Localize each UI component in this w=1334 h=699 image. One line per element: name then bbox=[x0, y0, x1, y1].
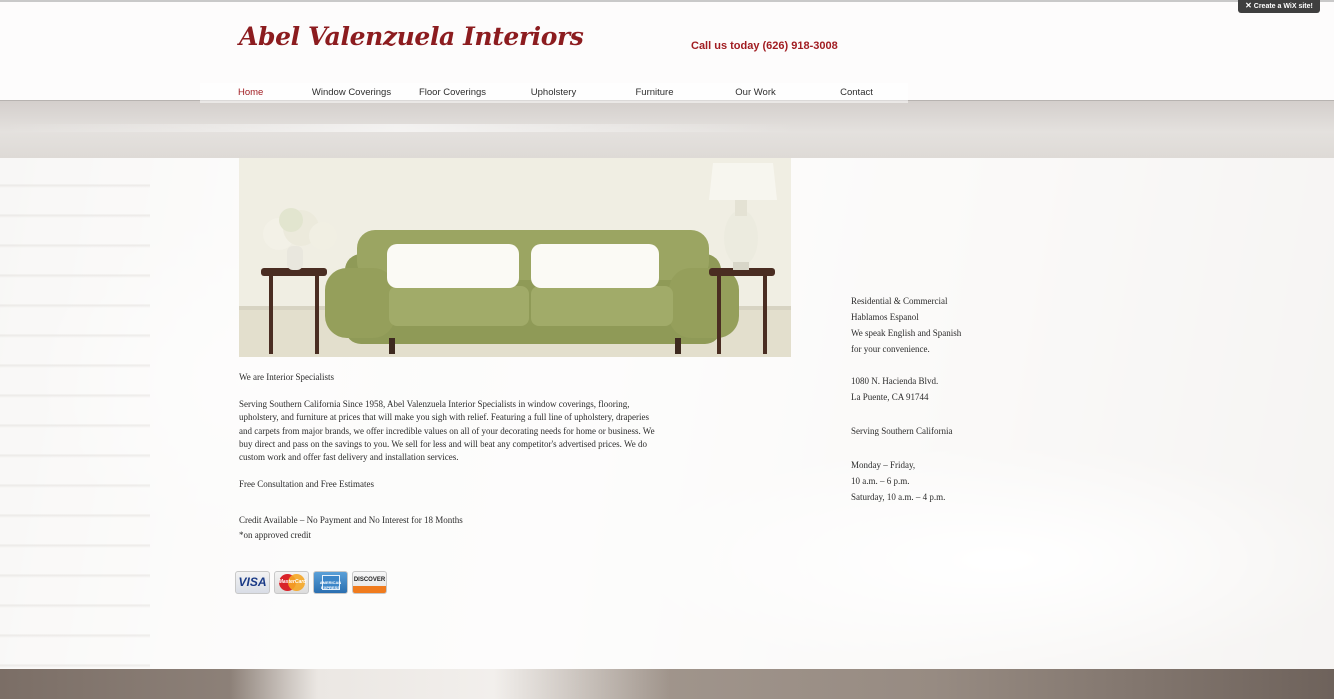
background-ceiling-beam bbox=[0, 100, 1334, 158]
credit-line: Credit Available – No Payment and No Int… bbox=[239, 515, 463, 525]
intro-text: We are Interior Specialists Serving Sout… bbox=[239, 371, 659, 492]
nav-item-our-work[interactable]: Our Work bbox=[705, 83, 806, 103]
amex-label: AMERICAN EXPRESS bbox=[319, 580, 342, 590]
wix-badge-label: Create a WiX site! bbox=[1253, 3, 1313, 10]
site-title[interactable]: Abel Valenzuela Interiors bbox=[239, 22, 584, 51]
address-line-2: La Puente, CA 91744 bbox=[851, 392, 929, 402]
nav-item-contact[interactable]: Contact bbox=[806, 83, 907, 103]
background-window-shade bbox=[0, 158, 150, 669]
phone-number: Call us today (626) 918-3008 bbox=[691, 40, 838, 52]
hours-line-3: Saturday, 10 a.m. – 4 p.m. bbox=[851, 492, 946, 502]
discover-card-icon: DISCOVER bbox=[352, 571, 387, 594]
hours-line-2: 10 a.m. – 6 p.m. bbox=[851, 476, 910, 486]
mastercard-icon: MasterCard bbox=[274, 571, 309, 594]
footer-strip bbox=[0, 669, 1334, 699]
payment-cards: VISA MasterCard AMERICAN EXPRESS DISCOVE… bbox=[235, 571, 387, 594]
side-line-english-spanish: We speak English and Spanish bbox=[851, 328, 962, 338]
visa-label: VISA bbox=[238, 575, 267, 589]
side-info: Residential & Commercial Hablamos Espano… bbox=[851, 293, 1051, 505]
nav-item-floor-coverings[interactable]: Floor Coverings bbox=[402, 83, 503, 103]
address-line-1: 1080 N. Hacienda Blvd. bbox=[851, 376, 939, 386]
create-wix-site-badge[interactable]: ✕ Create a WiX site! bbox=[1238, 0, 1320, 13]
discover-label: DISCOVER bbox=[353, 577, 386, 583]
side-line-hablamos: Hablamos Espanol bbox=[851, 312, 919, 322]
intro-paragraph: Serving Southern California Since 1958, … bbox=[239, 398, 655, 463]
amex-card-icon: AMERICAN EXPRESS bbox=[313, 571, 348, 594]
service-region: Serving Southern California bbox=[851, 426, 953, 436]
sofa-illustration bbox=[239, 158, 791, 357]
nav-item-furniture[interactable]: Furniture bbox=[604, 83, 705, 103]
nav-item-upholstery[interactable]: Upholstery bbox=[503, 83, 604, 103]
credit-note: *on approved credit bbox=[239, 530, 311, 540]
mastercard-label: MasterCard bbox=[278, 579, 307, 585]
side-line-residential: Residential & Commercial bbox=[851, 296, 948, 306]
credit-info: Credit Available – No Payment and No Int… bbox=[239, 512, 659, 542]
main-nav: Home Window Coverings Floor Coverings Up… bbox=[200, 83, 908, 103]
nav-item-window-coverings[interactable]: Window Coverings bbox=[301, 83, 402, 103]
intro-heading: We are Interior Specialists bbox=[239, 372, 334, 382]
wix-close-icon: ✕ bbox=[1245, 1, 1252, 10]
visa-card-icon: VISA bbox=[235, 571, 270, 594]
hours-line-1: Monday – Friday, bbox=[851, 460, 916, 470]
site-header: Abel Valenzuela Interiors Call us today … bbox=[0, 0, 1334, 103]
hero-sofa-image bbox=[239, 158, 791, 357]
nav-item-home[interactable]: Home bbox=[200, 83, 301, 103]
side-line-convenience: for your convenience. bbox=[851, 344, 930, 354]
consultation-text: Free Consultation and Free Estimates bbox=[239, 479, 374, 490]
